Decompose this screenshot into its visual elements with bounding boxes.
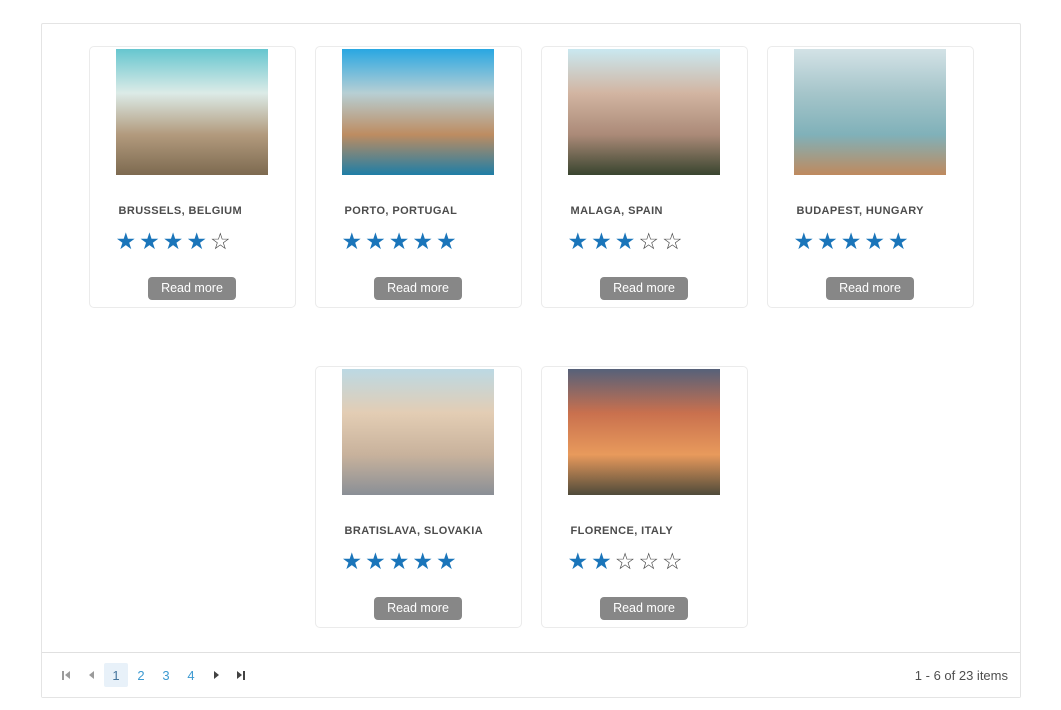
bratislava-old-street-photo (342, 369, 494, 495)
rating-stars: ★★★☆☆ (568, 230, 747, 253)
pager: 1234 1 - 6 of 23 items (42, 652, 1020, 697)
destination-title: FLORENCE, ITALY (571, 525, 747, 537)
star-filled-icon: ★ (568, 548, 592, 574)
read-more-button[interactable]: Read more (374, 597, 462, 620)
last-page-icon (237, 671, 242, 679)
destination-card: BRATISLAVA, SLOVAKIA ★★★★★ Read more (315, 366, 522, 628)
read-more-button[interactable]: Read more (600, 277, 688, 300)
destination-card: PORTO, PORTUGAL ★★★★★ Read more (315, 46, 522, 308)
malaga-bell-tower-photo (568, 49, 720, 175)
star-filled-icon: ★ (342, 228, 366, 254)
florence-sunset-skyline-photo (568, 369, 720, 495)
star-filled-icon: ★ (864, 228, 888, 254)
pager-page[interactable]: 2 (129, 663, 153, 687)
next-page-icon (214, 671, 219, 679)
destinations-listview: BRUSSELS, BELGIUM ★★★★☆ Read more PORTO,… (41, 23, 1021, 698)
porto-riverside-photo (342, 49, 494, 175)
destination-card: FLORENCE, ITALY ★★☆☆☆ Read more (541, 366, 748, 628)
prev-page-icon (89, 671, 94, 679)
star-filled-icon: ★ (412, 548, 436, 574)
star-filled-icon: ★ (342, 548, 366, 574)
destination-title: BRUSSELS, BELGIUM (119, 205, 295, 217)
brussels-triumphal-arch-photo (116, 49, 268, 175)
star-empty-icon: ☆ (210, 228, 234, 254)
star-empty-icon: ☆ (662, 548, 686, 574)
rating-stars: ★★☆☆☆ (568, 550, 747, 573)
read-more-button[interactable]: Read more (374, 277, 462, 300)
star-filled-icon: ★ (365, 228, 389, 254)
rating-stars: ★★★★★ (342, 230, 521, 253)
destination-title: PORTO, PORTUGAL (345, 205, 521, 217)
destination-title: BUDAPEST, HUNGARY (797, 205, 973, 217)
star-filled-icon: ★ (436, 548, 460, 574)
card-button-row: Read more (90, 277, 295, 300)
star-filled-icon: ★ (888, 228, 912, 254)
card-button-row: Read more (542, 597, 747, 620)
star-filled-icon: ★ (389, 228, 413, 254)
star-filled-icon: ★ (436, 228, 460, 254)
pager-next-button[interactable] (204, 663, 228, 687)
read-more-button[interactable]: Read more (148, 277, 236, 300)
star-filled-icon: ★ (817, 228, 841, 254)
star-filled-icon: ★ (841, 228, 865, 254)
read-more-button[interactable]: Read more (826, 277, 914, 300)
star-empty-icon: ☆ (638, 228, 662, 254)
rating-stars: ★★★★★ (794, 230, 973, 253)
budapest-danube-aerial-photo (794, 49, 946, 175)
star-empty-icon: ☆ (638, 548, 662, 574)
pager-info: 1 - 6 of 23 items (915, 668, 1008, 683)
star-filled-icon: ★ (794, 228, 818, 254)
destination-card: MALAGA, SPAIN ★★★☆☆ Read more (541, 46, 748, 308)
star-filled-icon: ★ (186, 228, 210, 254)
star-filled-icon: ★ (139, 228, 163, 254)
card-button-row: Read more (316, 597, 521, 620)
star-filled-icon: ★ (615, 228, 639, 254)
destination-card: BRUSSELS, BELGIUM ★★★★☆ Read more (89, 46, 296, 308)
star-filled-icon: ★ (389, 548, 413, 574)
star-filled-icon: ★ (365, 548, 389, 574)
star-empty-icon: ☆ (662, 228, 686, 254)
pager-page-selected[interactable]: 1 (104, 663, 128, 687)
destination-card: BUDAPEST, HUNGARY ★★★★★ Read more (767, 46, 974, 308)
star-filled-icon: ★ (163, 228, 187, 254)
star-filled-icon: ★ (412, 228, 436, 254)
pager-page[interactable]: 3 (154, 663, 178, 687)
card-button-row: Read more (768, 277, 973, 300)
pager-prev-button[interactable] (79, 663, 103, 687)
card-button-row: Read more (316, 277, 521, 300)
star-filled-icon: ★ (568, 228, 592, 254)
first-page-icon (62, 671, 64, 680)
rating-stars: ★★★★★ (342, 550, 521, 573)
read-more-button[interactable]: Read more (600, 597, 688, 620)
star-filled-icon: ★ (591, 228, 615, 254)
pager-first-button[interactable] (54, 663, 78, 687)
pager-page[interactable]: 4 (179, 663, 203, 687)
pager-pages: 1234 (104, 663, 204, 687)
star-filled-icon: ★ (591, 548, 615, 574)
card-list: BRUSSELS, BELGIUM ★★★★☆ Read more PORTO,… (42, 24, 1020, 628)
destination-title: MALAGA, SPAIN (571, 205, 747, 217)
destination-title: BRATISLAVA, SLOVAKIA (345, 525, 521, 537)
card-button-row: Read more (542, 277, 747, 300)
star-filled-icon: ★ (116, 228, 140, 254)
rating-stars: ★★★★☆ (116, 230, 295, 253)
star-empty-icon: ☆ (615, 548, 639, 574)
pager-last-button[interactable] (229, 663, 253, 687)
